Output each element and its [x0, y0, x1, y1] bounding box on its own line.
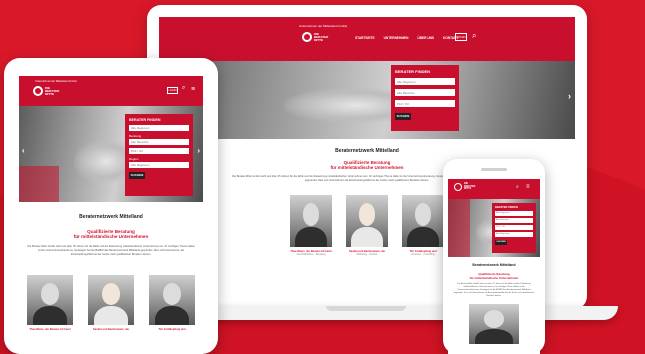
content-title: Beraternetzwerk Mittelland: [335, 148, 399, 154]
people-list: [453, 304, 535, 344]
phone-device: DIE BERATER MITTE ⌕ ≡ BERATER FINDEN All…: [443, 159, 545, 354]
person-role: Marketing · Vertrieb: [356, 252, 378, 256]
field-select[interactable]: Alle Bereiche: [129, 139, 189, 145]
person-portrait: [149, 274, 195, 325]
main-content: Beraternetzwerk Mittelland Qualifizierte…: [19, 202, 203, 331]
site-tagline: Unternehmen der Mittelstand GmbH: [35, 80, 77, 83]
search-submit-button[interactable]: SUCHEN: [129, 172, 145, 179]
hero-image: ‹ › BERATER FINDEN Alle Regionen Beratun…: [19, 106, 203, 202]
region-select-2[interactable]: Alle Regionen: [129, 162, 189, 168]
search-panel-title: BERATER FINDEN: [129, 118, 161, 122]
person-card[interactable]: Thea Weiss, der Berater mit heart Geschä…: [290, 194, 332, 256]
region-select[interactable]: Alle Regionen: [129, 125, 189, 131]
person-portrait: [88, 274, 134, 325]
logo-mark-icon: [454, 183, 462, 191]
person-card[interactable]: Tim Großkopfung und Finanzen · Controlli…: [402, 194, 444, 256]
person-name: Tim Großkopfung und: [158, 327, 186, 331]
person-card[interactable]: Sandra und Bertelsmann, die Marketing · …: [346, 194, 388, 256]
site-logo[interactable]: DIE BERATER MITTE: [454, 182, 475, 191]
plz-input[interactable]: PLZ / Ort: [395, 100, 455, 107]
person-name: Thea Weiss, der Berater mit heart: [29, 327, 71, 331]
field-select[interactable]: Alle Bereiche: [395, 89, 455, 96]
search-submit-button[interactable]: SUCHEN: [495, 240, 507, 245]
login-button[interactable]: LOGIN: [455, 33, 467, 41]
slider-next-icon[interactable]: ›: [197, 146, 200, 155]
search-icon[interactable]: ⌕: [472, 31, 476, 41]
site-tagline: Unternehmen der Mittelstand GmbH: [299, 24, 348, 28]
search-icon[interactable]: ⌕: [182, 85, 185, 92]
plz-input[interactable]: PLZ / Ort: [129, 148, 189, 154]
person-name: Sandra und Bertelsmann, die: [93, 327, 129, 331]
content-subtitle-2: für mittelständische Unternehmen: [469, 276, 519, 280]
logo-text-group: DIE BERATER MITTE: [45, 86, 59, 96]
logo-line-3: MITTE: [45, 91, 54, 96]
berater-search-panel: BERATER FINDEN Alle Regionen Alle Bereic…: [492, 203, 536, 253]
logo-line-3: MITTE: [314, 37, 323, 42]
search-submit-button[interactable]: SUCHEN: [395, 113, 411, 120]
logo-text-group: DIE BERATER MITTE: [314, 32, 328, 42]
logo-mark-icon: [302, 32, 312, 42]
hamburger-menu-icon[interactable]: ≡: [526, 184, 530, 190]
field-select[interactable]: Alle Bereiche: [495, 218, 533, 223]
site-header: DIE BERATER MITTE ⌕ ≡: [448, 179, 540, 199]
phone-screen: DIE BERATER MITTE ⌕ ≡ BERATER FINDEN All…: [448, 179, 540, 354]
person-portrait: [290, 194, 332, 247]
hero-red-overlay: [448, 199, 470, 257]
person-portrait: [469, 304, 519, 344]
people-list: Thea Weiss, der Berater mit heart Sandra…: [27, 274, 195, 331]
field-label: Beratung: [129, 134, 142, 138]
search-icon[interactable]: ⌕: [516, 184, 519, 190]
login-button[interactable]: LOGIN: [167, 87, 178, 94]
hamburger-menu-icon[interactable]: ≡: [191, 86, 195, 93]
person-card[interactable]: Tim Großkopfung und: [149, 274, 195, 331]
main-content: Beraternetzwerk Mittelland Qualifizierte…: [448, 257, 540, 344]
tablet-device: Unternehmen der Mittelstand GmbH DIE BER…: [4, 58, 218, 354]
region-select[interactable]: Alle Regionen: [395, 78, 455, 85]
person-portrait: [27, 274, 73, 325]
laptop-notch: [326, 306, 406, 311]
region-select[interactable]: Alle Regionen: [495, 211, 533, 216]
content-body: Die Berater-Mitte GmbH steht seit über 2…: [27, 245, 195, 256]
logo-mark-icon: [33, 86, 43, 96]
main-nav: STARTSEITE UNTERNEHMEN ÜBER UNS KONTAKT: [355, 36, 458, 40]
person-role: Geschäftsführer · Beratung: [296, 252, 326, 256]
person-portrait: [346, 194, 388, 247]
site-logo[interactable]: DIE BERATER MITTE: [302, 32, 328, 42]
person-role: Finanzen · Controlling: [411, 252, 435, 256]
search-panel-title: BERATER FINDEN: [495, 206, 518, 209]
region-select-2[interactable]: Alle Regionen: [495, 232, 533, 237]
site-header: Unternehmen der Mittelstand GmbH DIE BER…: [19, 76, 203, 106]
berater-search-panel: BERATER FINDEN Alle Regionen Beratung Al…: [125, 114, 193, 196]
person-portrait: [402, 194, 444, 247]
plz-input[interactable]: PLZ / Ort: [495, 225, 533, 230]
logo-line-3: MITTE: [464, 187, 472, 191]
region-label: Region: [129, 157, 139, 161]
person-card[interactable]: Thea Weiss, der Berater mit heart: [27, 274, 73, 331]
logo-text-group: DIE BERATER MITTE: [464, 182, 475, 191]
site-header: DIE BERATER MITTE Unternehmen der Mittel…: [159, 17, 575, 61]
tablet-screen: Unternehmen der Mittelstand GmbH DIE BER…: [19, 76, 203, 354]
slider-prev-icon[interactable]: ‹: [22, 146, 25, 155]
person-card[interactable]: [469, 304, 519, 344]
person-card[interactable]: Sandra und Bertelsmann, die: [88, 274, 134, 331]
phone-speaker: [481, 168, 507, 171]
nav-item-startseite[interactable]: STARTSEITE: [355, 36, 375, 40]
hero-image: ‹ › BERATER FINDEN Alle Regionen Alle Be…: [159, 61, 575, 139]
search-panel-title: BERATER FINDEN: [395, 69, 431, 74]
hero-red-overlay: [19, 166, 59, 202]
hero-image: BERATER FINDEN Alle Regionen Alle Bereic…: [448, 199, 540, 257]
content-title: Beraternetzwerk Mittelland: [472, 263, 516, 267]
content-title: Beraternetzwerk Mittelland: [79, 214, 143, 220]
nav-item-unternehmen[interactable]: UNTERNEHMEN: [384, 36, 409, 40]
site-logo[interactable]: DIE BERATER MITTE: [33, 86, 59, 96]
content-body: Die Berater-Mitte GmbH steht seit über 2…: [453, 283, 535, 297]
nav-item-ueber-uns[interactable]: ÜBER UNS: [417, 36, 434, 40]
slider-next-icon[interactable]: ›: [568, 91, 571, 101]
content-subtitle-2: für mittelständische Unternehmen: [73, 234, 149, 239]
berater-search-panel: BERATER FINDEN Alle Regionen Alle Bereic…: [391, 65, 459, 131]
